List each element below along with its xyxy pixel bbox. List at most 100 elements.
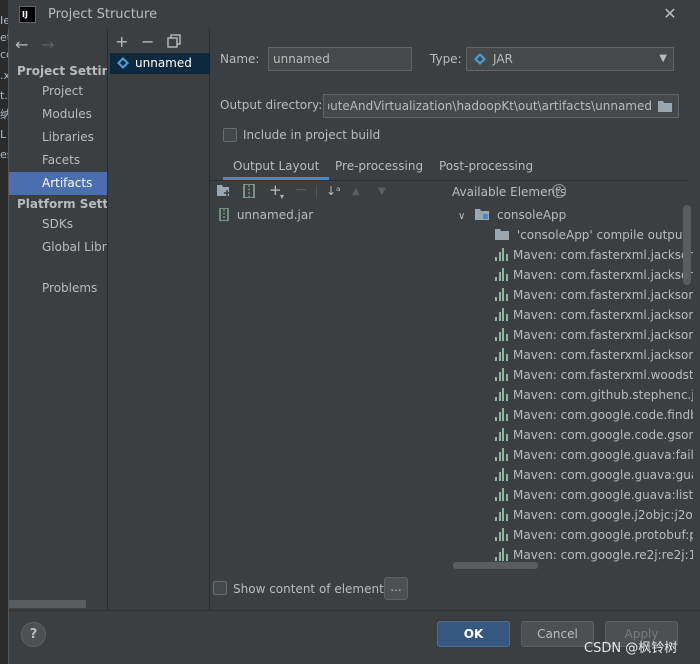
library-icon bbox=[495, 268, 509, 281]
maven-library-item[interactable]: Maven: com.google.j2objc:j2objc- bbox=[495, 505, 693, 525]
chevron-down-icon[interactable]: ∨ bbox=[458, 211, 465, 222]
maven-library-item[interactable]: Maven: com.fasterxml.jackson.jax bbox=[495, 325, 693, 345]
move-up-icon[interactable]: ▲ bbox=[352, 186, 360, 197]
plus-icon[interactable]: + bbox=[115, 32, 128, 51]
library-icon bbox=[495, 508, 509, 521]
tab-output-layout[interactable]: Output Layout bbox=[223, 156, 330, 180]
maven-library-label: Maven: com.fasterxml.jackson.co bbox=[513, 288, 693, 302]
nav-item-sdks[interactable]: SDKs bbox=[9, 213, 107, 236]
maven-library-item[interactable]: Maven: com.google.guava:guava: bbox=[495, 465, 693, 485]
type-label: Type: bbox=[430, 52, 462, 66]
type-select[interactable]: JAR ▼ bbox=[466, 47, 674, 71]
library-icon bbox=[495, 288, 509, 301]
maven-library-item[interactable]: Maven: com.google.code.findbugs bbox=[495, 405, 693, 425]
maven-library-item[interactable]: Maven: com.fasterxml.jackson.mo bbox=[495, 345, 693, 365]
maven-library-label: Maven: com.google.guava:failurea bbox=[513, 448, 693, 462]
available-elements-label: Available Elements bbox=[452, 185, 567, 199]
browse-button[interactable]: ... bbox=[384, 577, 408, 600]
intellij-logo-icon: IJ bbox=[19, 6, 36, 23]
library-icon bbox=[495, 448, 509, 461]
tree-root-consoleapp[interactable]: ∨ consoleApp bbox=[458, 205, 566, 225]
sort-icon[interactable]: ↓ᵃ bbox=[326, 184, 341, 198]
maven-library-item[interactable]: Maven: com.google.code.gson:gs bbox=[495, 425, 693, 445]
library-icon bbox=[495, 348, 509, 361]
ok-button[interactable]: OK bbox=[437, 621, 510, 647]
maven-library-item[interactable]: Maven: com.fasterxml.jackson.co bbox=[495, 245, 693, 265]
artifact-item-label: unnamed bbox=[135, 56, 192, 70]
library-icon bbox=[495, 548, 509, 561]
library-icon bbox=[495, 468, 509, 481]
background-code-fragment: L bbox=[0, 128, 7, 141]
type-select-value: JAR bbox=[493, 52, 513, 66]
close-icon[interactable]: ✕ bbox=[660, 3, 680, 25]
maven-library-label: Maven: com.google.protobuf:prot bbox=[513, 528, 693, 542]
maven-library-label: Maven: com.fasterxml.woodstox:w bbox=[513, 368, 693, 382]
tab-pre-processing[interactable]: Pre-processing bbox=[335, 156, 423, 180]
maven-library-label: Maven: com.github.stephenc.jcip: bbox=[513, 388, 693, 402]
add-dropdown-icon[interactable]: ▾ bbox=[280, 192, 284, 201]
tree-root-label: consoleApp bbox=[496, 208, 567, 222]
maven-library-item[interactable]: Maven: com.fasterxml.woodstox:w bbox=[495, 365, 693, 385]
include-in-build-checkbox[interactable] bbox=[223, 128, 237, 142]
nav-item-libraries[interactable]: Libraries bbox=[9, 126, 107, 149]
available-horizontal-scrollbar[interactable] bbox=[453, 562, 538, 569]
folder-icon bbox=[495, 229, 509, 240]
background-editor: Ie et co .x t. 纳 Les bbox=[0, 0, 13, 664]
maven-library-item[interactable]: Maven: com.fasterxml.jackson.co bbox=[495, 285, 693, 305]
maven-library-label: Maven: com.google.code.gson:gs bbox=[513, 428, 693, 442]
available-vertical-scrollbar[interactable] bbox=[683, 205, 691, 285]
nav-item-project[interactable]: Project bbox=[9, 80, 107, 103]
jar-file-icon bbox=[219, 207, 229, 222]
minus-icon[interactable]: − bbox=[141, 32, 154, 51]
compile-output-item[interactable]: 'consoleApp' compile output bbox=[495, 225, 687, 245]
compile-output-label: 'consoleApp' compile output bbox=[516, 228, 688, 242]
maven-library-item[interactable]: Maven: com.google.guava:listena bbox=[495, 485, 693, 505]
help-button[interactable]: ? bbox=[21, 622, 46, 647]
nav-item-modules[interactable]: Modules bbox=[9, 103, 107, 126]
layout-root-item[interactable]: unnamed.jar bbox=[219, 207, 313, 227]
window-title: Project Structure bbox=[48, 7, 158, 22]
maven-library-label: Maven: com.google.guava:listena bbox=[513, 488, 693, 502]
copy-icon[interactable] bbox=[167, 33, 181, 52]
nav-item-facets[interactable]: Facets bbox=[9, 149, 107, 172]
maven-library-label: Maven: com.google.code.findbugs bbox=[513, 408, 693, 422]
library-icon bbox=[495, 328, 509, 341]
arrow-right-icon[interactable]: → bbox=[41, 35, 54, 54]
library-icon bbox=[495, 408, 509, 421]
output-directory-field[interactable]: ComputeAndVirtualization\hadoopKt\out\ar… bbox=[323, 94, 679, 118]
show-content-checkbox[interactable] bbox=[213, 581, 227, 595]
bottom-separator bbox=[9, 610, 700, 611]
help-circle-icon[interactable]: ? bbox=[552, 184, 566, 198]
module-folder-icon bbox=[475, 209, 490, 220]
output-layout-panel bbox=[211, 181, 449, 570]
maven-library-item[interactable]: Maven: com.google.guava:failurea bbox=[495, 445, 693, 465]
show-content-label: Show content of elements bbox=[233, 582, 391, 596]
create-archive-icon[interactable] bbox=[243, 183, 255, 202]
nav-heading-project-settings: Project Settings bbox=[17, 64, 107, 78]
remove-element-icon[interactable]: − bbox=[295, 182, 307, 198]
maven-library-item[interactable]: Maven: com.github.stephenc.jcip: bbox=[495, 385, 693, 405]
maven-library-item[interactable]: Maven: com.google.protobuf:prot bbox=[495, 525, 693, 545]
nav-horizontal-scrollbar[interactable] bbox=[9, 600, 86, 608]
artifact-item-unnamed[interactable]: unnamed bbox=[110, 53, 210, 74]
tab-post-processing[interactable]: Post-processing bbox=[439, 156, 533, 180]
folder-icon[interactable] bbox=[658, 100, 672, 112]
csdn-watermark: CSDN @枫铃树 bbox=[584, 641, 678, 656]
move-down-icon[interactable]: ▼ bbox=[378, 186, 386, 197]
library-icon bbox=[495, 488, 509, 501]
maven-library-label: Maven: com.google.guava:guava: bbox=[513, 468, 693, 482]
name-label: Name: bbox=[220, 52, 260, 66]
create-directory-icon[interactable] bbox=[217, 184, 231, 200]
maven-library-item[interactable]: Maven: com.fasterxml.jackson.co bbox=[495, 265, 693, 285]
jar-artifact-icon bbox=[117, 57, 129, 69]
output-directory-value: ComputeAndVirtualization\hadoopKt\out\ar… bbox=[328, 99, 652, 113]
name-field[interactable]: unnamed bbox=[268, 47, 412, 71]
maven-library-item[interactable]: Maven: com.fasterxml.jackson.jax bbox=[495, 305, 693, 325]
nav-item-artifacts[interactable]: Artifacts bbox=[9, 172, 107, 195]
maven-library-label: Maven: com.fasterxml.jackson.co bbox=[513, 268, 693, 282]
nav-item-global-libraries[interactable]: Global Libraries bbox=[9, 236, 107, 259]
nav-item-problems[interactable]: Problems bbox=[9, 277, 107, 300]
arrow-left-icon[interactable]: ← bbox=[15, 35, 28, 54]
layout-root-label: unnamed.jar bbox=[236, 208, 314, 222]
nav-heading-platform-settings: Platform Settings bbox=[17, 197, 108, 211]
